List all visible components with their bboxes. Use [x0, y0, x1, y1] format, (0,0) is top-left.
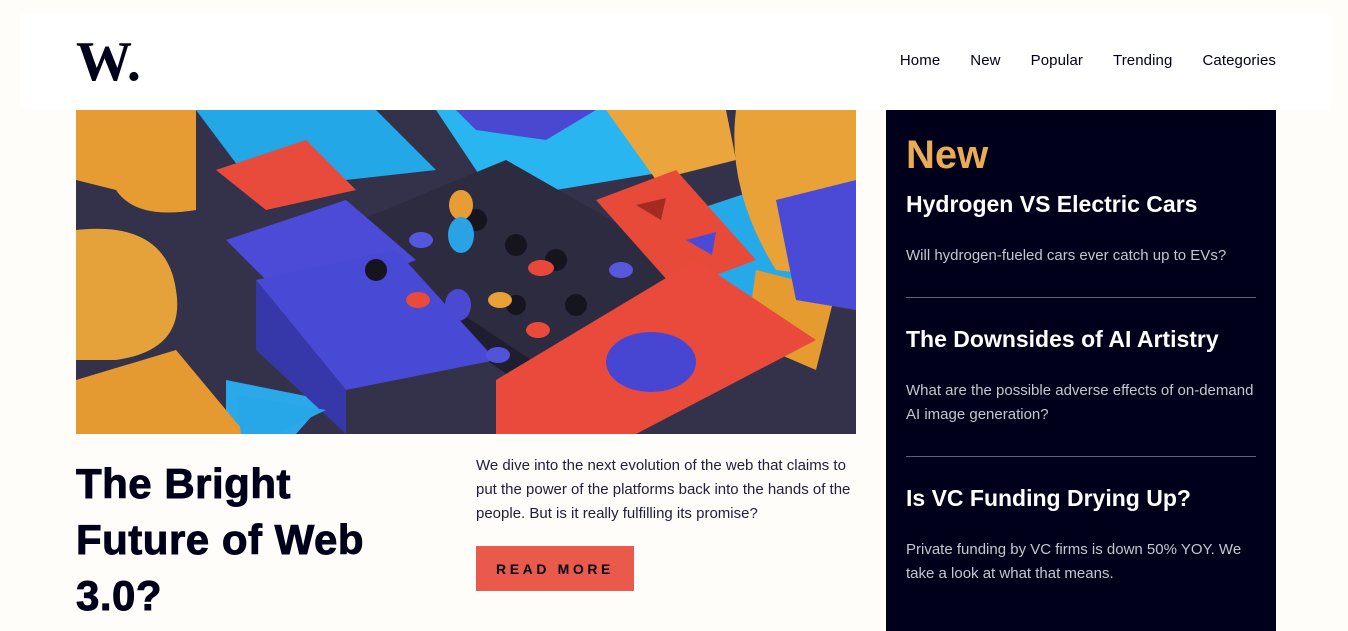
divider — [906, 456, 1256, 457]
sidebar-item-title[interactable]: The Downsides of AI Artistry — [906, 325, 1256, 353]
sidebar-item-summary: Private funding by VC firms is down 50% … — [906, 541, 1242, 582]
article-lede: We dive into the next evolution of the w… — [476, 457, 851, 522]
nav-link-trending[interactable]: Trending — [1113, 52, 1172, 69]
sidebar-item-title[interactable]: Hydrogen VS Electric Cars — [906, 190, 1256, 218]
article-headline[interactable]: The Bright Future of Web 3.0? — [76, 456, 436, 624]
sidebar-title: New — [906, 133, 989, 177]
logo-text: W. — [76, 36, 141, 86]
hero-image — [76, 110, 856, 434]
nav-link-popular[interactable]: Popular — [1031, 52, 1083, 69]
logo-icon[interactable]: W. — [76, 36, 146, 86]
sidebar-item[interactable]: The Downsides of AI Artistry What are th… — [906, 325, 1256, 427]
read-more-button[interactable]: READ MORE — [476, 546, 634, 591]
abstract-3d-blocks-illustration-icon — [76, 110, 856, 434]
sidebar-item[interactable]: Hydrogen VS Electric Cars Will hydrogen-… — [906, 190, 1256, 268]
new-articles-sidebar: New Hydrogen VS Electric Cars Will hydro… — [886, 110, 1276, 631]
sidebar-item[interactable]: Is VC Funding Drying Up? Private funding… — [906, 484, 1256, 586]
site-header: W. Home New Popular Trending Categories — [20, 14, 1330, 110]
nav-link-new[interactable]: New — [970, 52, 1000, 69]
sidebar-item-title[interactable]: Is VC Funding Drying Up? — [906, 484, 1256, 512]
nav-link-categories[interactable]: Categories — [1202, 52, 1276, 69]
divider — [906, 297, 1256, 298]
main-nav: Home New Popular Trending Categories — [900, 52, 1276, 69]
sidebar-item-summary: What are the possible adverse effects of… — [906, 382, 1254, 423]
sidebar-item-summary: Will hydrogen-fueled cars ever catch up … — [906, 247, 1227, 264]
nav-link-home[interactable]: Home — [900, 52, 940, 69]
